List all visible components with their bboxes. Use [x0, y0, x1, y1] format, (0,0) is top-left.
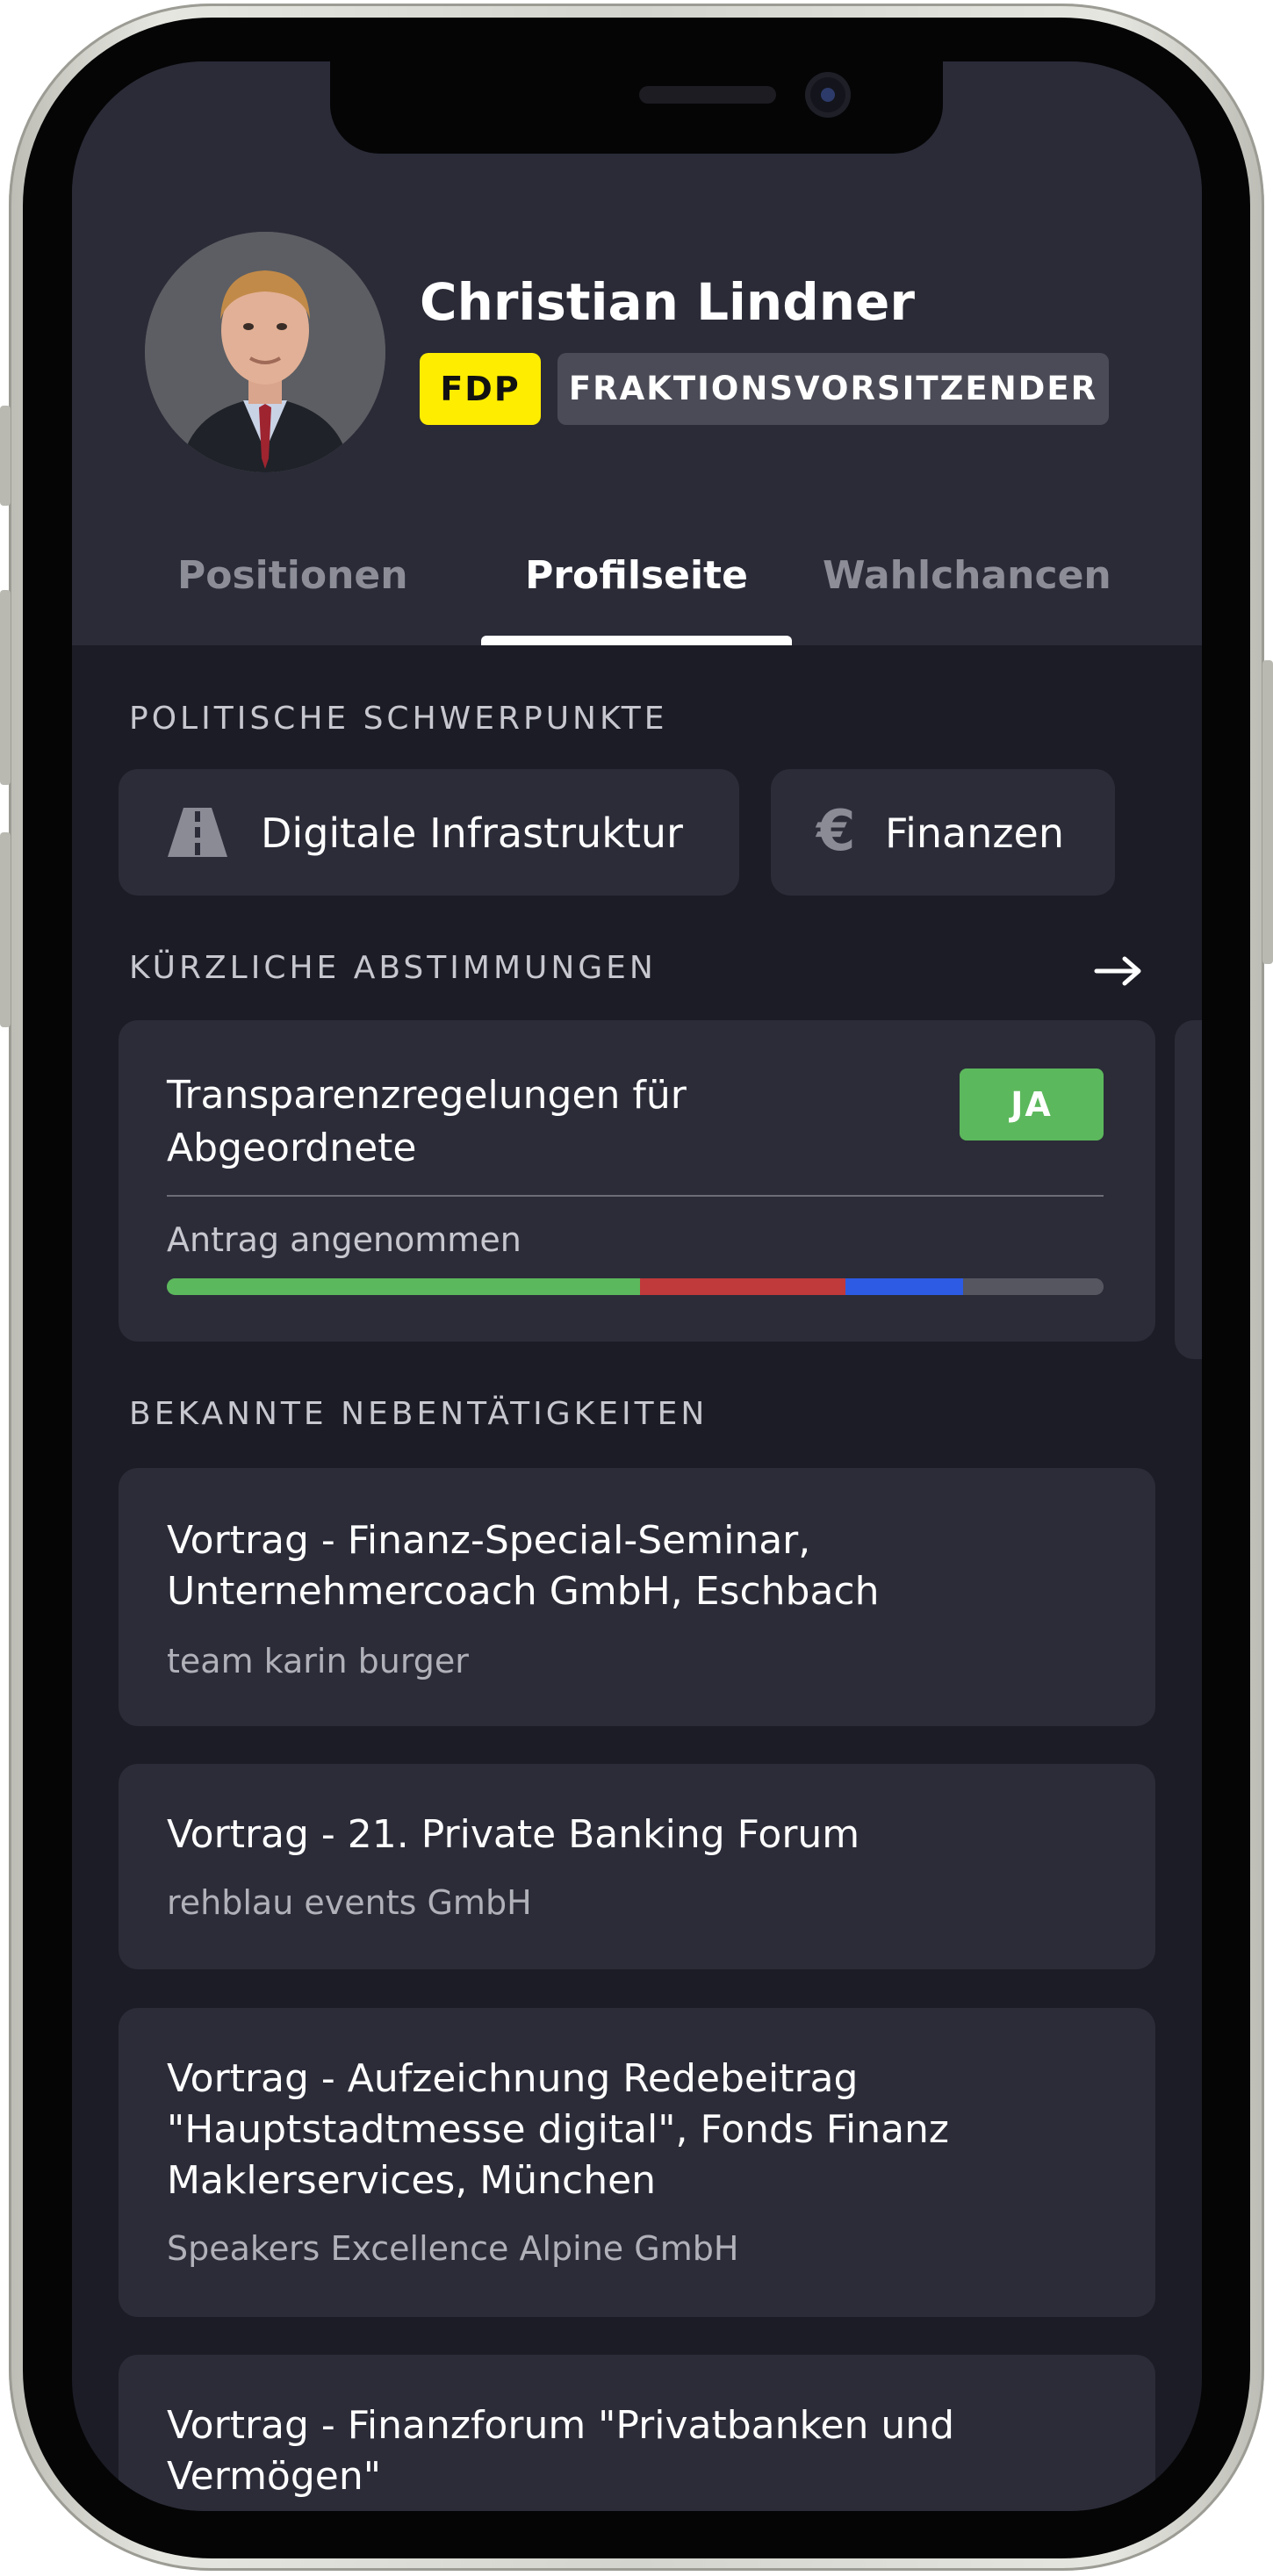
front-camera [805, 72, 851, 118]
earpiece-speaker [639, 86, 776, 104]
divider [167, 1195, 1104, 1197]
focus-chip-digital-infrastructure[interactable]: Digitale Infrastruktur [119, 769, 739, 896]
arrow-right-icon[interactable] [1093, 953, 1146, 989]
activity-card[interactable]: Vortrag - 21. Private Banking Forum rehb… [119, 1764, 1155, 1969]
app-screen: Christian Lindner FDP FRAKTIONSVORSITZEN… [72, 61, 1202, 2511]
volume-down-button [0, 832, 11, 1027]
activity-organizer: Speakers Excellence Alpine GmbH [167, 2229, 739, 2268]
active-tab-indicator [481, 636, 792, 645]
focus-heading: POLITISCHE SCHWERPUNKTE [129, 701, 668, 737]
silent-switch [0, 406, 11, 506]
focus-chip-finance[interactable]: € Finanzen [771, 769, 1115, 896]
activity-card[interactable]: Vortrag - Aufzeichnung Redebeitrag "Haup… [119, 2008, 1155, 2317]
vote-card[interactable]: Transparenzregelungen für Abgeordnete JA… [119, 1020, 1155, 1342]
vote-bar-segment-abstain [845, 1278, 963, 1295]
vote-bar-segment-yes [167, 1278, 640, 1295]
politician-name: Christian Lindner [420, 272, 915, 332]
activity-organizer: team karin burger [167, 1642, 469, 1680]
power-button [1262, 660, 1273, 964]
activities-heading: BEKANNTE NEBENTÄTIGKEITEN [129, 1396, 708, 1432]
activity-title: Vortrag - 21. Private Banking Forum [167, 1812, 860, 1857]
activity-title: Vortrag - Finanz-Special-Seminar, Untern… [167, 1518, 880, 1614]
avatar [145, 232, 385, 472]
activity-organizer: rehblau events GmbH [167, 1883, 532, 1922]
tab-wahlchancen[interactable]: Wahlchancen [823, 553, 1111, 598]
votes-heading: KÜRZLICHE ABSTIMMUNGEN [129, 950, 657, 986]
chip-label: Finanzen [885, 809, 1064, 857]
vote-distribution-bar [167, 1278, 1104, 1295]
tab-positionen[interactable]: Positionen [177, 553, 408, 598]
vote-bar-segment-no [639, 1278, 845, 1295]
vote-status: Antrag angenommen [167, 1220, 521, 1259]
activity-card[interactable]: Vortrag - Finanzforum "Privatbanken und … [119, 2355, 1155, 2511]
activity-card[interactable]: Vortrag - Finanz-Special-Seminar, Untern… [119, 1468, 1155, 1726]
euro-icon: € [816, 799, 856, 864]
volume-up-button [0, 590, 11, 785]
chip-label: Digitale Infrastruktur [261, 809, 683, 857]
vote-title: Transparenzregelungen für Abgeordnete [167, 1073, 687, 1170]
role-badge: FRAKTIONSVORSITZENDER [557, 353, 1109, 425]
vote-result-badge: JA [960, 1069, 1104, 1140]
vote-bar-segment-absent [962, 1278, 1104, 1295]
activity-title: Vortrag - Aufzeichnung Redebeitrag "Haup… [167, 2056, 950, 2203]
party-badge: FDP [420, 353, 541, 425]
tab-profilseite[interactable]: Profilseite [505, 553, 768, 598]
notch [330, 61, 943, 154]
vote-card-next-peek[interactable] [1175, 1020, 1202, 1359]
road-icon [168, 808, 227, 857]
activity-title: Vortrag - Finanzforum "Privatbanken und … [167, 2403, 955, 2499]
